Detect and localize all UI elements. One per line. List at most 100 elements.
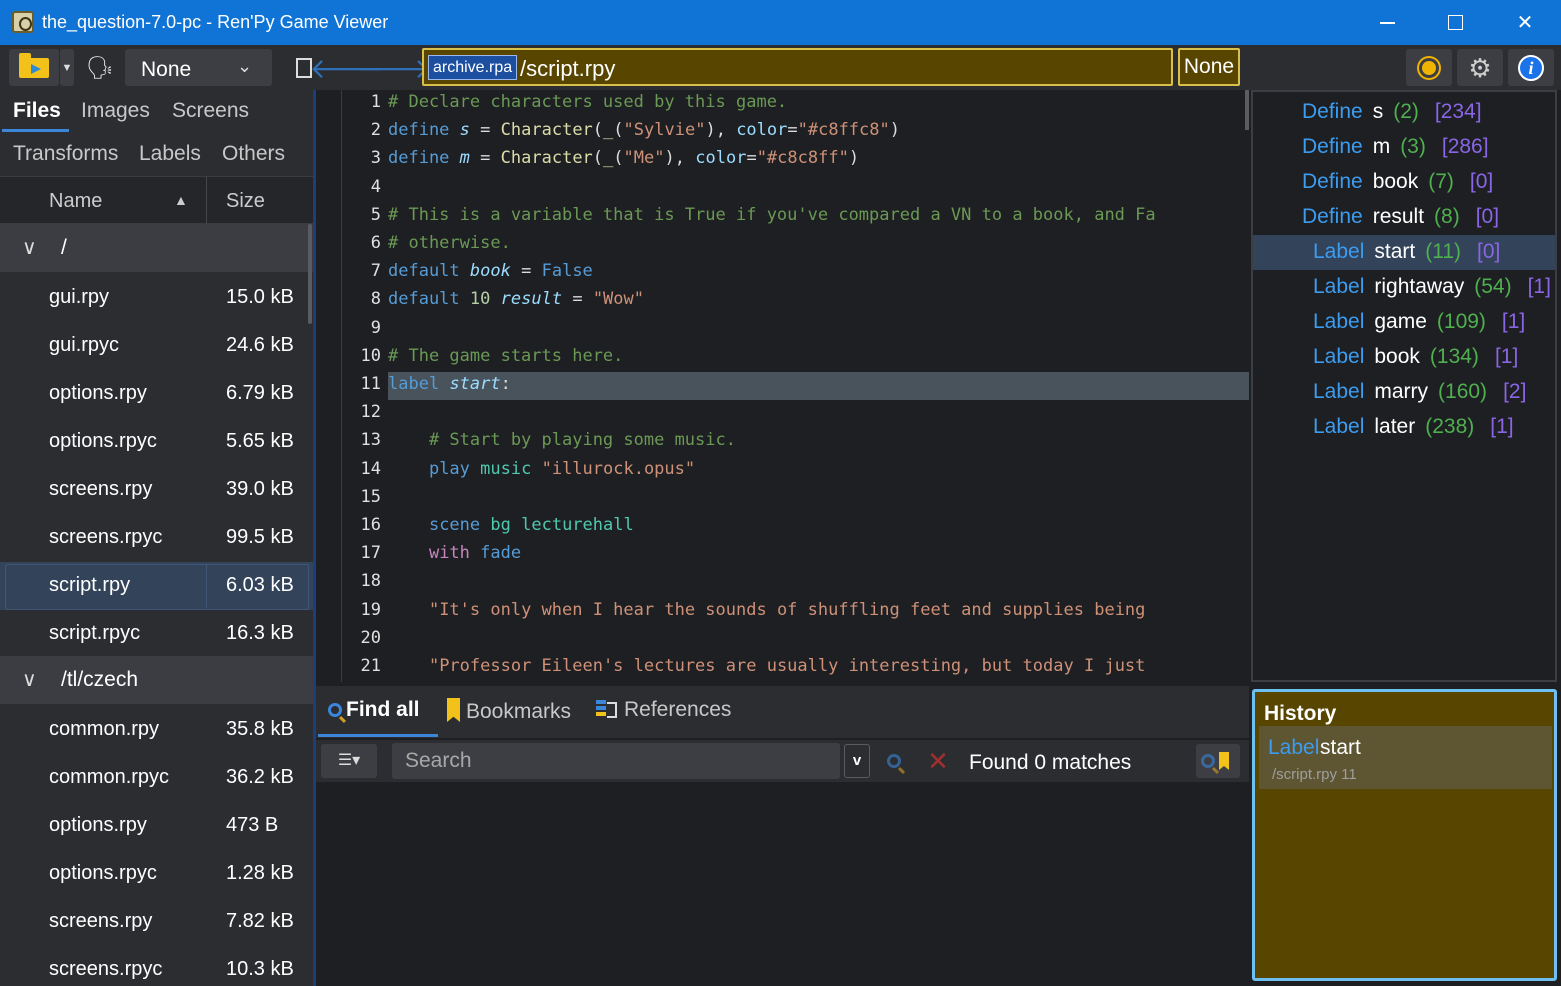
maximize-icon xyxy=(1447,15,1463,30)
info-icon: i xyxy=(1518,54,1544,81)
outline-item[interactable]: Define m (3) [286] xyxy=(1253,130,1555,165)
outline-item[interactable]: Define book (7) [0] xyxy=(1253,165,1555,200)
outline-kind: Label xyxy=(1313,415,1365,438)
file-size: 15.0 kB xyxy=(226,286,294,308)
code-line[interactable]: label start: xyxy=(388,374,511,394)
search-button[interactable] xyxy=(878,744,914,778)
file-row[interactable]: common.rpy 35.8 kB xyxy=(0,706,313,754)
tab-bookmarks[interactable]: Bookmarks xyxy=(447,698,571,724)
code-line[interactable]: with fade xyxy=(388,543,521,563)
file-row[interactable]: options.rpyc 1.28 kB xyxy=(0,850,313,898)
outline-refs: [0] xyxy=(1469,170,1494,193)
outline-name: rightaway xyxy=(1374,275,1465,298)
search-history-dropdown[interactable]: v xyxy=(844,744,870,778)
code-line[interactable]: "Professor Eileen's lectures are usually… xyxy=(388,656,1145,676)
chevron-down-icon[interactable]: ∨ xyxy=(22,235,37,260)
code-line[interactable]: default book = False xyxy=(388,261,593,281)
outline-line: (109) xyxy=(1436,310,1486,333)
history-item-kind: Label xyxy=(1268,736,1320,759)
outline-item[interactable]: Define s (2) [234] xyxy=(1253,95,1555,130)
speaking-head-icon: 🗣 xyxy=(86,54,114,80)
outline-item[interactable]: Label start (11) [0] xyxy=(1253,235,1555,270)
history-item[interactable]: Label start /script.rpy 11 xyxy=(1259,726,1552,789)
column-divider[interactable] xyxy=(206,177,207,225)
outline-kind: Label xyxy=(1313,275,1365,298)
code-line[interactable]: # otherwise. xyxy=(388,233,511,253)
file-row[interactable]: screens.rpy 39.0 kB xyxy=(0,466,313,514)
minimize-button[interactable] xyxy=(1352,0,1422,45)
outline-refs: [1] xyxy=(1490,415,1514,438)
tab-labels[interactable]: Labels xyxy=(139,142,201,166)
open-folder-button[interactable] xyxy=(9,49,59,86)
file-row[interactable]: screens.rpy 7.82 kB xyxy=(0,898,313,946)
code-line[interactable]: # The game starts here. xyxy=(388,346,623,366)
code-line[interactable]: play music "illurock.opus" xyxy=(388,459,695,479)
file-list-scrollbar[interactable] xyxy=(308,224,312,324)
label-button[interactable]: None xyxy=(1178,48,1240,86)
file-row[interactable]: options.rpyc 5.65 kB xyxy=(0,418,313,466)
code-line[interactable]: # Declare characters used by this game. xyxy=(388,92,787,112)
code-line[interactable]: define m = Character(_("Me"), color="#c8… xyxy=(388,148,859,168)
voice-button[interactable]: 🗣 xyxy=(80,49,120,86)
file-name: screens.rpy xyxy=(49,910,153,932)
editor-scrollbar[interactable] xyxy=(1245,90,1249,130)
tab-files[interactable]: Files xyxy=(13,99,61,123)
tab-others[interactable]: Others xyxy=(222,142,285,166)
file-row[interactable]: options.rpy 6.79 kB xyxy=(0,370,313,418)
code-line[interactable]: define s = Character(_("Sylvie"), color=… xyxy=(388,120,900,140)
code-line[interactable]: default 10 result = "Wow" xyxy=(388,289,644,309)
close-button[interactable]: ✕ xyxy=(1490,0,1560,45)
outline-item[interactable]: Label book (134) [1] xyxy=(1253,340,1555,375)
folder-row[interactable]: ∨ /tl/czech xyxy=(0,656,313,704)
line-number: 10 xyxy=(360,345,381,366)
maximize-button[interactable] xyxy=(1420,0,1490,45)
outline-item[interactable]: Label marry (160) [2] xyxy=(1253,375,1555,410)
app-icon xyxy=(12,11,34,33)
language-select[interactable]: None ⌄ xyxy=(125,49,272,86)
line-number: 17 xyxy=(360,543,381,564)
folder-dropdown-button[interactable]: ▼ xyxy=(60,49,74,86)
tab-find-all[interactable]: Find all xyxy=(328,698,420,722)
tab-screens[interactable]: Screens xyxy=(172,99,249,123)
file-row[interactable]: gui.rpyc 24.6 kB xyxy=(0,322,313,370)
line-number: 1 xyxy=(370,92,381,112)
code-line[interactable]: scene bg lecturehall xyxy=(388,515,634,535)
line-number: 19 xyxy=(360,599,381,620)
outline-item[interactable]: Label later (238) [1] xyxy=(1253,410,1555,445)
file-row[interactable]: script.rpyc 16.3 kB xyxy=(0,610,313,658)
bookmark-results-button[interactable] xyxy=(1196,744,1240,778)
code-line[interactable]: # Start by playing some music. xyxy=(388,430,736,450)
theme-button[interactable] xyxy=(1406,49,1452,86)
code-line[interactable]: # This is a variable that is True if you… xyxy=(388,205,1156,225)
path-bar[interactable]: archive.rpa /script.rpy xyxy=(422,48,1173,86)
line-number: 20 xyxy=(360,627,381,648)
tab-transforms[interactable]: Transforms xyxy=(13,142,118,166)
outline-item[interactable]: Define result (8) [0] xyxy=(1253,200,1555,235)
name-column-header[interactable]: Name xyxy=(49,190,102,213)
line-number: 15 xyxy=(360,486,381,507)
outline-item[interactable]: Label rightaway (54) [1] xyxy=(1253,270,1555,305)
current-line-highlight xyxy=(388,372,1249,400)
outline-refs: [0] xyxy=(1477,240,1501,263)
search-mode-button[interactable]: ☰▾ xyxy=(321,744,377,778)
outline-item[interactable]: Label game (109) [1] xyxy=(1253,305,1555,340)
file-row[interactable]: gui.rpy 15.0 kB xyxy=(0,274,313,322)
code-line[interactable]: "It's only when I hear the sounds of shu… xyxy=(388,600,1145,620)
chevron-down-icon[interactable]: ∨ xyxy=(22,667,37,692)
archive-chip[interactable]: archive.rpa xyxy=(428,55,518,80)
size-column-header[interactable]: Size xyxy=(226,190,265,213)
search-input[interactable] xyxy=(392,743,840,779)
settings-button[interactable]: ⚙ xyxy=(1457,49,1503,86)
code-editor[interactable]: 1 # Declare characters used by this game.… xyxy=(319,90,1249,682)
folder-row[interactable]: ∨ / xyxy=(0,224,313,272)
file-row[interactable]: screens.rpyc 10.3 kB xyxy=(0,946,313,986)
file-row[interactable]: common.rpyc 36.2 kB xyxy=(0,754,313,802)
file-row-selected[interactable]: script.rpy 6.03 kB xyxy=(0,562,313,610)
file-row[interactable]: options.rpy 473 B xyxy=(0,802,313,850)
tab-references[interactable]: References xyxy=(596,698,731,722)
clear-search-button[interactable]: ✕ xyxy=(920,744,956,778)
info-button[interactable]: i xyxy=(1508,49,1554,86)
file-row[interactable]: screens.rpyc 99.5 kB xyxy=(0,514,313,562)
forward-button[interactable]: 🡒 xyxy=(355,49,430,86)
tab-images[interactable]: Images xyxy=(81,99,150,123)
